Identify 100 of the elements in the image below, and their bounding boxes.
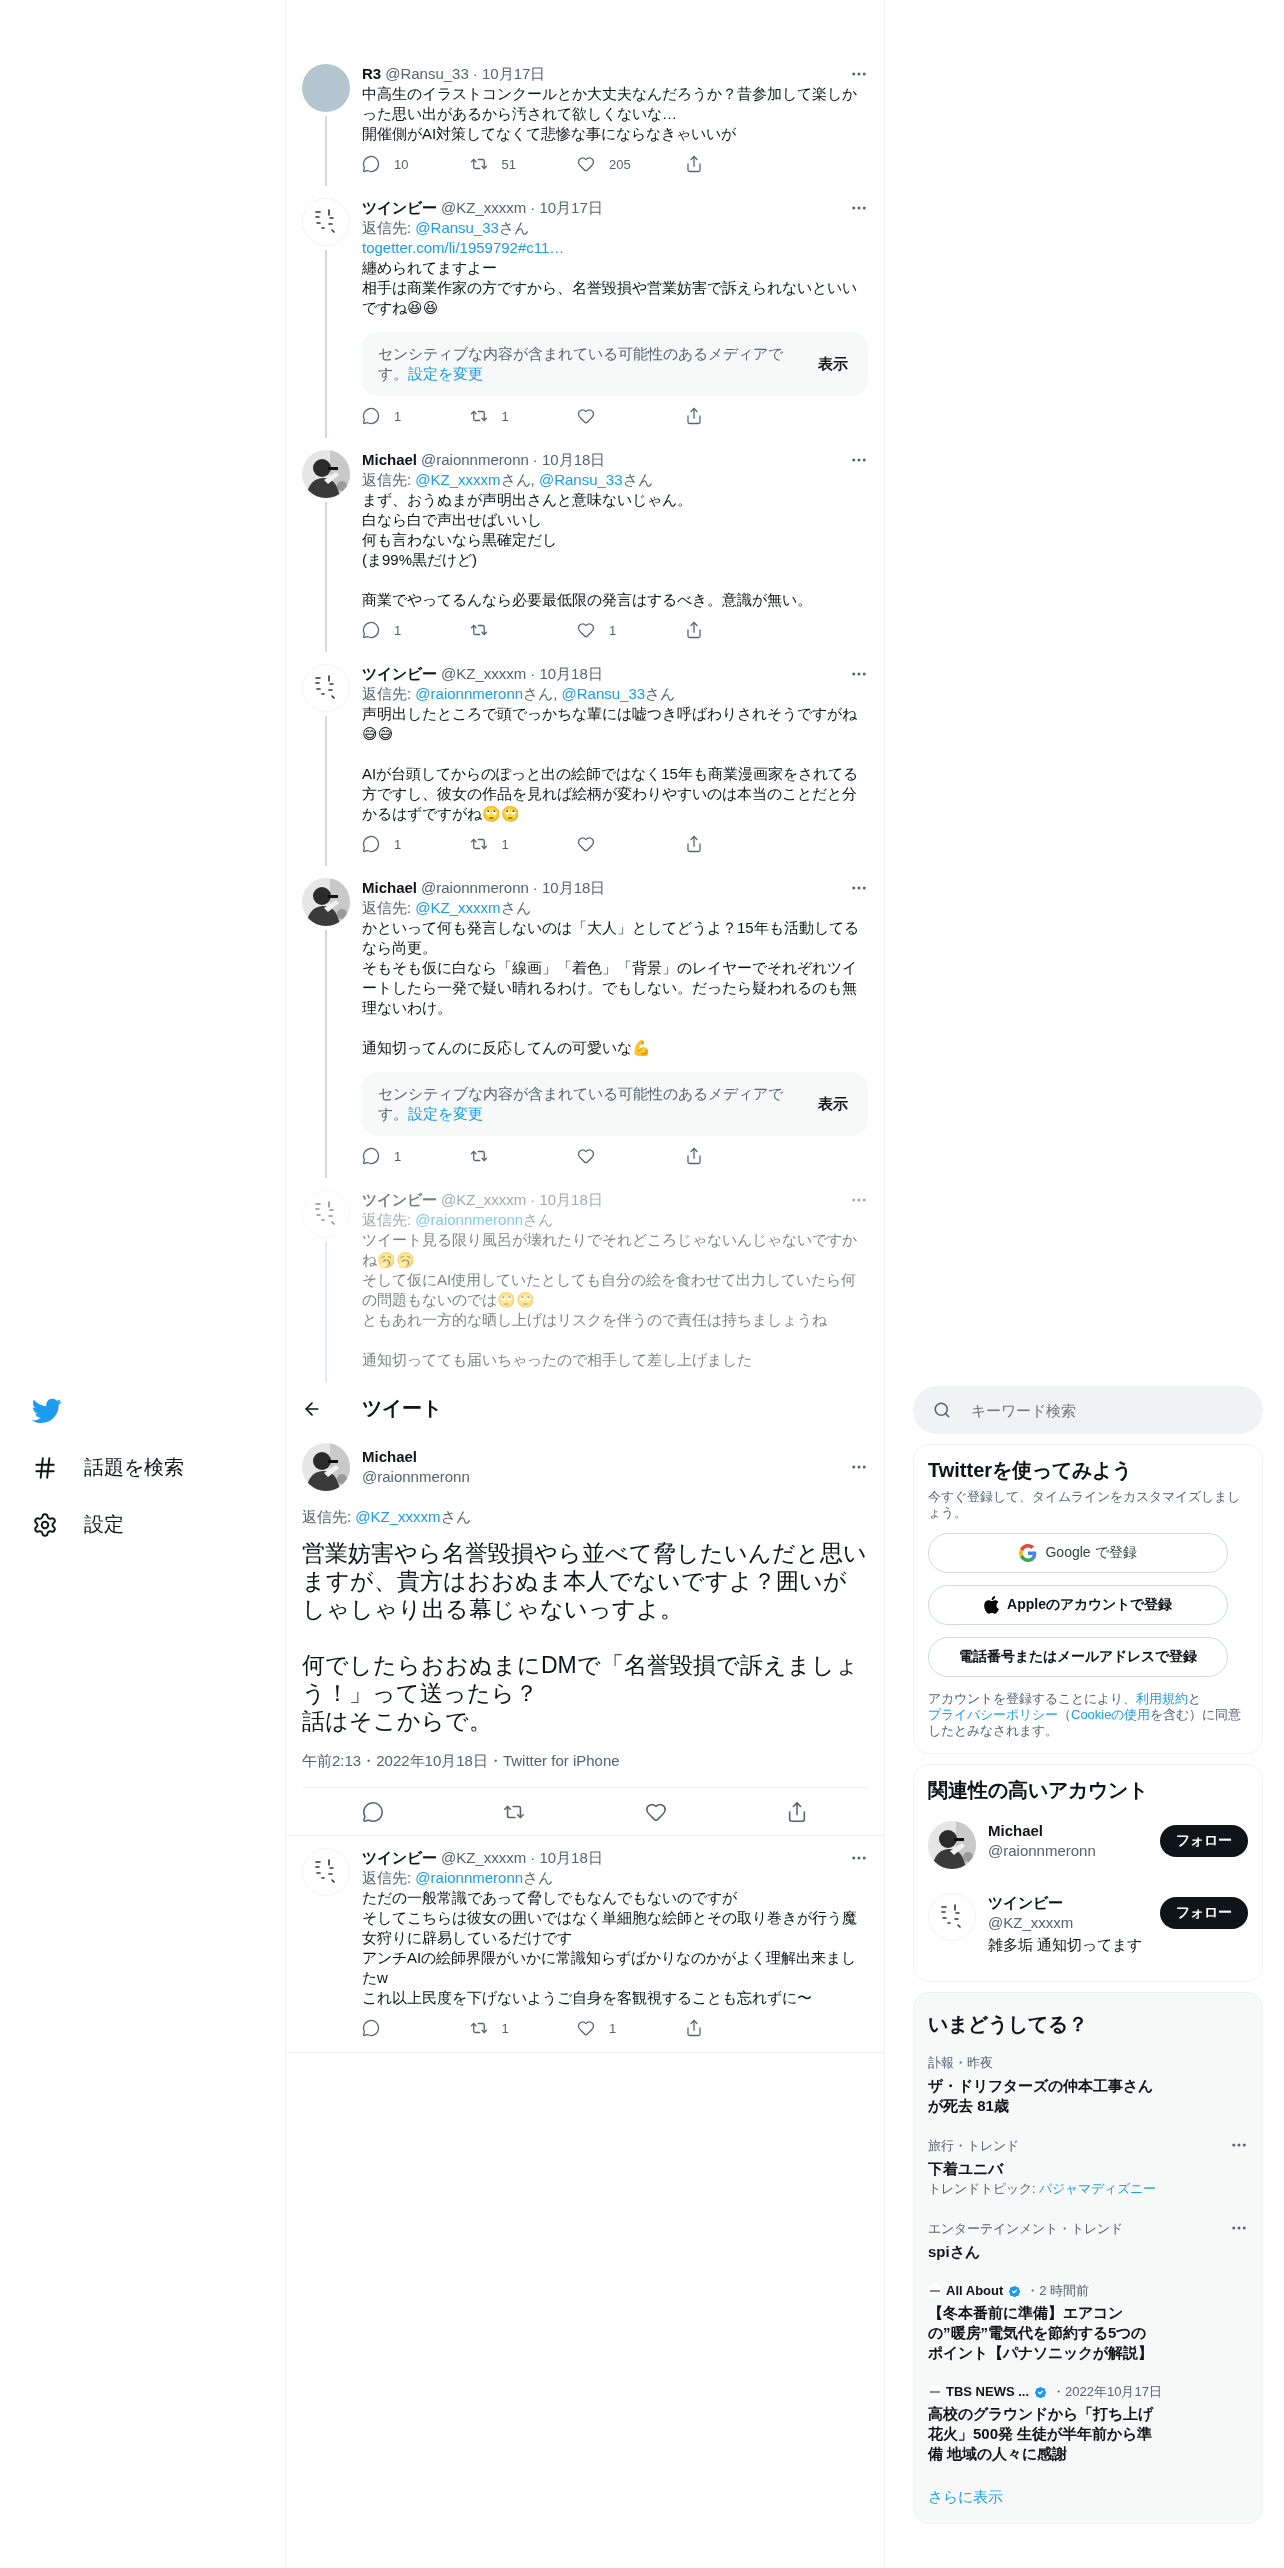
like-button[interactable]: 1 xyxy=(577,2018,685,2038)
nav-item[interactable]: 話題を検索 xyxy=(32,1454,285,1481)
signup-button[interactable]: 電話番号またはメールアドレスで登録 xyxy=(928,1637,1228,1677)
signup-button[interactable]: Appleのアカウントで登録 xyxy=(928,1585,1228,1625)
legal-text: アカウントを登録することにより、利用規約 と プライバシーポリシー（Cookieの使用を含む）に同意したとみなされます。 xyxy=(928,1691,1243,1739)
reply-icon xyxy=(362,2019,380,2037)
tweet-text: 相手は商業作家の方ですから、名誉毀損や営業妨害で訴えられないといいですね😆😆 xyxy=(362,278,858,318)
show-button[interactable]: 表示 xyxy=(814,1090,852,1118)
sensitive-notice-text: センシティブな内容が含まれている可能性のあるメディアです。設定を変更 xyxy=(378,1084,784,1124)
tweet-text: 話はそこからで。 xyxy=(302,1707,493,1735)
like-button[interactable]: 1 xyxy=(577,620,685,640)
author-name: ツインビー xyxy=(362,1848,437,1868)
mention-link[interactable]: @KZ_xxxxm xyxy=(355,1508,441,1525)
account-name: Michael xyxy=(988,1822,1044,1839)
mention-link[interactable]: @KZ_xxxxm xyxy=(415,471,501,488)
signup-button[interactable]: Google で登録 xyxy=(928,1533,1228,1573)
tweet-text: そもそも仮に白なら「線画」「着色」「背景」のレイヤーでそれぞれツイートしたら一発で疑い晴れるわけ。でもしない。だったら疑われるのも無理ないわけ。 xyxy=(362,958,858,1018)
reply-to-line: 返信先: @raionnmeronnさん, @Ransu_33さん xyxy=(362,684,677,704)
reply-button[interactable]: 1 xyxy=(362,406,470,426)
tweet-text: そしてこちらは彼女の囲いではなく単細胞な絵師とその取り巻きが行う魔女狩りに辟易しているだけです xyxy=(362,1908,858,1948)
account-handle: @raionnmeronn xyxy=(988,1841,1097,1861)
follow-button[interactable]: フォロー xyxy=(1160,1897,1248,1929)
trend-item[interactable]: TBS NEWS ... ・2022年10月17日 高校のグラウンドから「打ち上げ花火」500発 生徒が半年前から準備 地域の人々に感謝 xyxy=(928,2373,1248,2474)
retweet-button[interactable]: 1 xyxy=(469,2018,577,2038)
reply-button[interactable] xyxy=(361,1801,384,1822)
author-name: Michael xyxy=(362,1448,418,1465)
like-button[interactable]: 205 xyxy=(577,154,685,174)
mention-link[interactable]: プライバシーポリシー xyxy=(928,1707,1058,1722)
share-icon xyxy=(684,621,703,639)
author-handle: @KZ_xxxxm xyxy=(441,198,527,218)
tweet-text: 纏められてますよー xyxy=(362,258,498,278)
share-icon xyxy=(684,2019,703,2037)
tweet-text: 声明出したところで頭でっかちな輩には嘘つき呼ばわりされそうですがね😅😅 xyxy=(362,704,858,744)
card-title: いまどうしてる？ xyxy=(928,2012,1089,2037)
trend-title: 高校のグラウンドから「打ち上げ花火」500発 生徒が半年前から準備 地域の人々に感謝 xyxy=(928,2404,1155,2464)
tweet-text: 営業妨害やら名誉毀損やら並べて脅したいんだと思いますが、貴方はおおぬま本人でないですよ？囲いがしゃしゃり出る幕じゃないっすよ。 xyxy=(302,1539,868,1623)
tweet-text: 開催側がAI対策してなくて悲惨な事にならなきゃいいが xyxy=(362,124,738,144)
mention-link[interactable]: @raionnmeronn xyxy=(415,1869,524,1886)
trend-item[interactable]: 訃報・昨夜 ザ・ドリフターズの仲本工事さんが死去 81歳 xyxy=(928,2043,1248,2126)
retweet-button[interactable]: 1 xyxy=(469,834,577,854)
reply-button[interactable]: 1 xyxy=(362,1146,470,1166)
news-time: ・2022年10月17日 xyxy=(1052,2383,1162,2401)
tweet-text: 中高生のイラストコンクールとか大丈夫なんだろうか？昔参加して楽しかった思い出があるから汚されて欲しくないな… xyxy=(362,84,858,124)
tweet-time: · 10月18日 xyxy=(530,1190,603,1210)
trend-item[interactable]: All About ・2 時間前 【冬本番前に準備】エアコンの”暖房”電気代を節約する5つのポイント【パナソニックが解説】 xyxy=(928,2272,1248,2373)
news-source: All About xyxy=(946,2282,1004,2300)
card-title: Twitterを使ってみよう xyxy=(928,1458,1134,1483)
like-button[interactable] xyxy=(644,1801,667,1822)
share-icon xyxy=(684,1147,703,1165)
tweet-text: そして仮にAI使用していたとしても自分の絵を食わせて出力していたら何の問題もないのでは🙄🙄 xyxy=(362,1270,858,1310)
tweet-time: · 10月17日 xyxy=(530,198,603,218)
mention-link[interactable]: Cookieの使用 xyxy=(1071,1707,1151,1722)
nav-item[interactable]: 設定 xyxy=(32,1511,285,1538)
trend-title: 【冬本番前に準備】エアコンの”暖房”電気代を節約する5つのポイント【パナソニックが解説】 xyxy=(928,2303,1154,2363)
mention-link[interactable]: @Ransu_33 xyxy=(538,471,623,488)
author-name: Michael xyxy=(362,878,418,898)
news-time: ・2 時間前 xyxy=(1026,2282,1090,2300)
reply-button[interactable]: 10 xyxy=(362,154,470,174)
author-name: ツインビー xyxy=(362,664,437,684)
search-field[interactable]: キーワード検索 xyxy=(913,1386,1263,1434)
trend-item[interactable]: 旅行・トレンド 下着ユニバ トレンドトピック: パジャマディズニー xyxy=(928,2126,1248,2209)
tweet-text: 何でしたらおおぬまにDMで「名誉毀損で訴えましょう！」って送ったら？ xyxy=(302,1651,860,1707)
author-handle: @raionnmeronn xyxy=(421,878,529,898)
mention-link[interactable]: @KZ_xxxxm xyxy=(415,899,501,916)
bird-logo-icon[interactable] xyxy=(32,1398,62,1424)
author-handle: @raionnmeronn xyxy=(421,450,529,470)
heart-icon xyxy=(577,621,595,639)
mention-link[interactable]: @Ransu_33 xyxy=(561,685,646,702)
source-logo-icon xyxy=(928,2385,942,2399)
tweet-text: 通知切ってんのに反応してんの可愛いな💪 xyxy=(362,1038,652,1058)
follow-button[interactable]: フォロー xyxy=(1160,1825,1248,1857)
mention-link[interactable]: @Ransu_33 xyxy=(415,219,499,236)
trend-meta: 旅行・トレンド xyxy=(928,2137,1020,2155)
reply-button[interactable]: 1 xyxy=(362,620,470,640)
reply-icon xyxy=(362,407,380,425)
tweet-text: まず、おうぬまが声明出さんと意味ないじゃん。 xyxy=(362,490,693,510)
reply-to-line: 返信先: @KZ_xxxxmさん, @Ransu_33さん xyxy=(362,470,654,490)
account-handle: @KZ_xxxxm xyxy=(988,1913,1075,1933)
tweet-text: 通知切ってても届いちゃったので相手して差し上げました xyxy=(362,1350,753,1370)
hash-icon xyxy=(32,1454,58,1481)
heart-icon xyxy=(577,155,595,173)
heart-icon xyxy=(577,835,595,853)
show-button[interactable]: 表示 xyxy=(814,350,852,378)
mention-link[interactable]: @raionnmeronn xyxy=(415,685,524,702)
retweet-button[interactable]: 51 xyxy=(469,154,577,174)
trend-item[interactable]: エンターテインメント・トレンド spiさん xyxy=(928,2209,1248,2272)
reply-button[interactable]: 1 xyxy=(362,834,470,854)
mention-link[interactable]: 利用規約 xyxy=(1136,1691,1188,1706)
source-logo-icon xyxy=(928,2284,942,2298)
settings-icon xyxy=(32,1511,58,1538)
url-link[interactable]: togetter.com/li/1959792#c11… xyxy=(362,239,565,256)
author-handle: @KZ_xxxxm xyxy=(441,664,527,684)
tweet-text: ただの一般常識であって脅しでもなんでもないのですが xyxy=(362,1888,738,1908)
retweet-button[interactable]: 1 xyxy=(469,406,577,426)
tweet-text: 白なら白で声出せばいいし xyxy=(362,510,543,530)
trend-title: ザ・ドリフターズの仲本工事さんが死去 81歳 xyxy=(928,2076,1154,2116)
trend-topic: トレンドトピック: パジャマディズニー xyxy=(928,2180,1158,2198)
author-name: R3 xyxy=(362,64,382,84)
reply-to-line: 返信先: @raionnmeronnさん xyxy=(362,1210,555,1230)
tweet-text: かといって何も発言しないのは「大人」としてどうよ？15年も活動してるなら尚更。 xyxy=(362,918,860,958)
